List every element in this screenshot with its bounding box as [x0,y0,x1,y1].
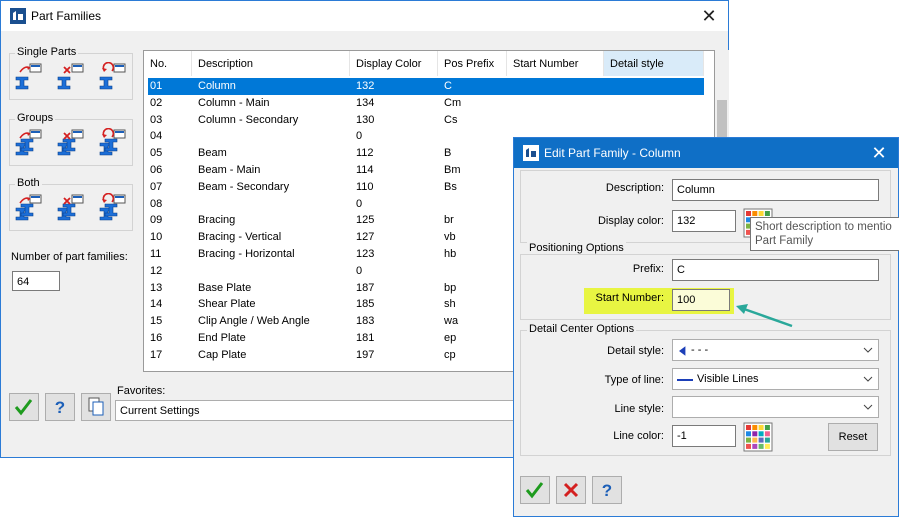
callout-arrow [736,304,793,328]
